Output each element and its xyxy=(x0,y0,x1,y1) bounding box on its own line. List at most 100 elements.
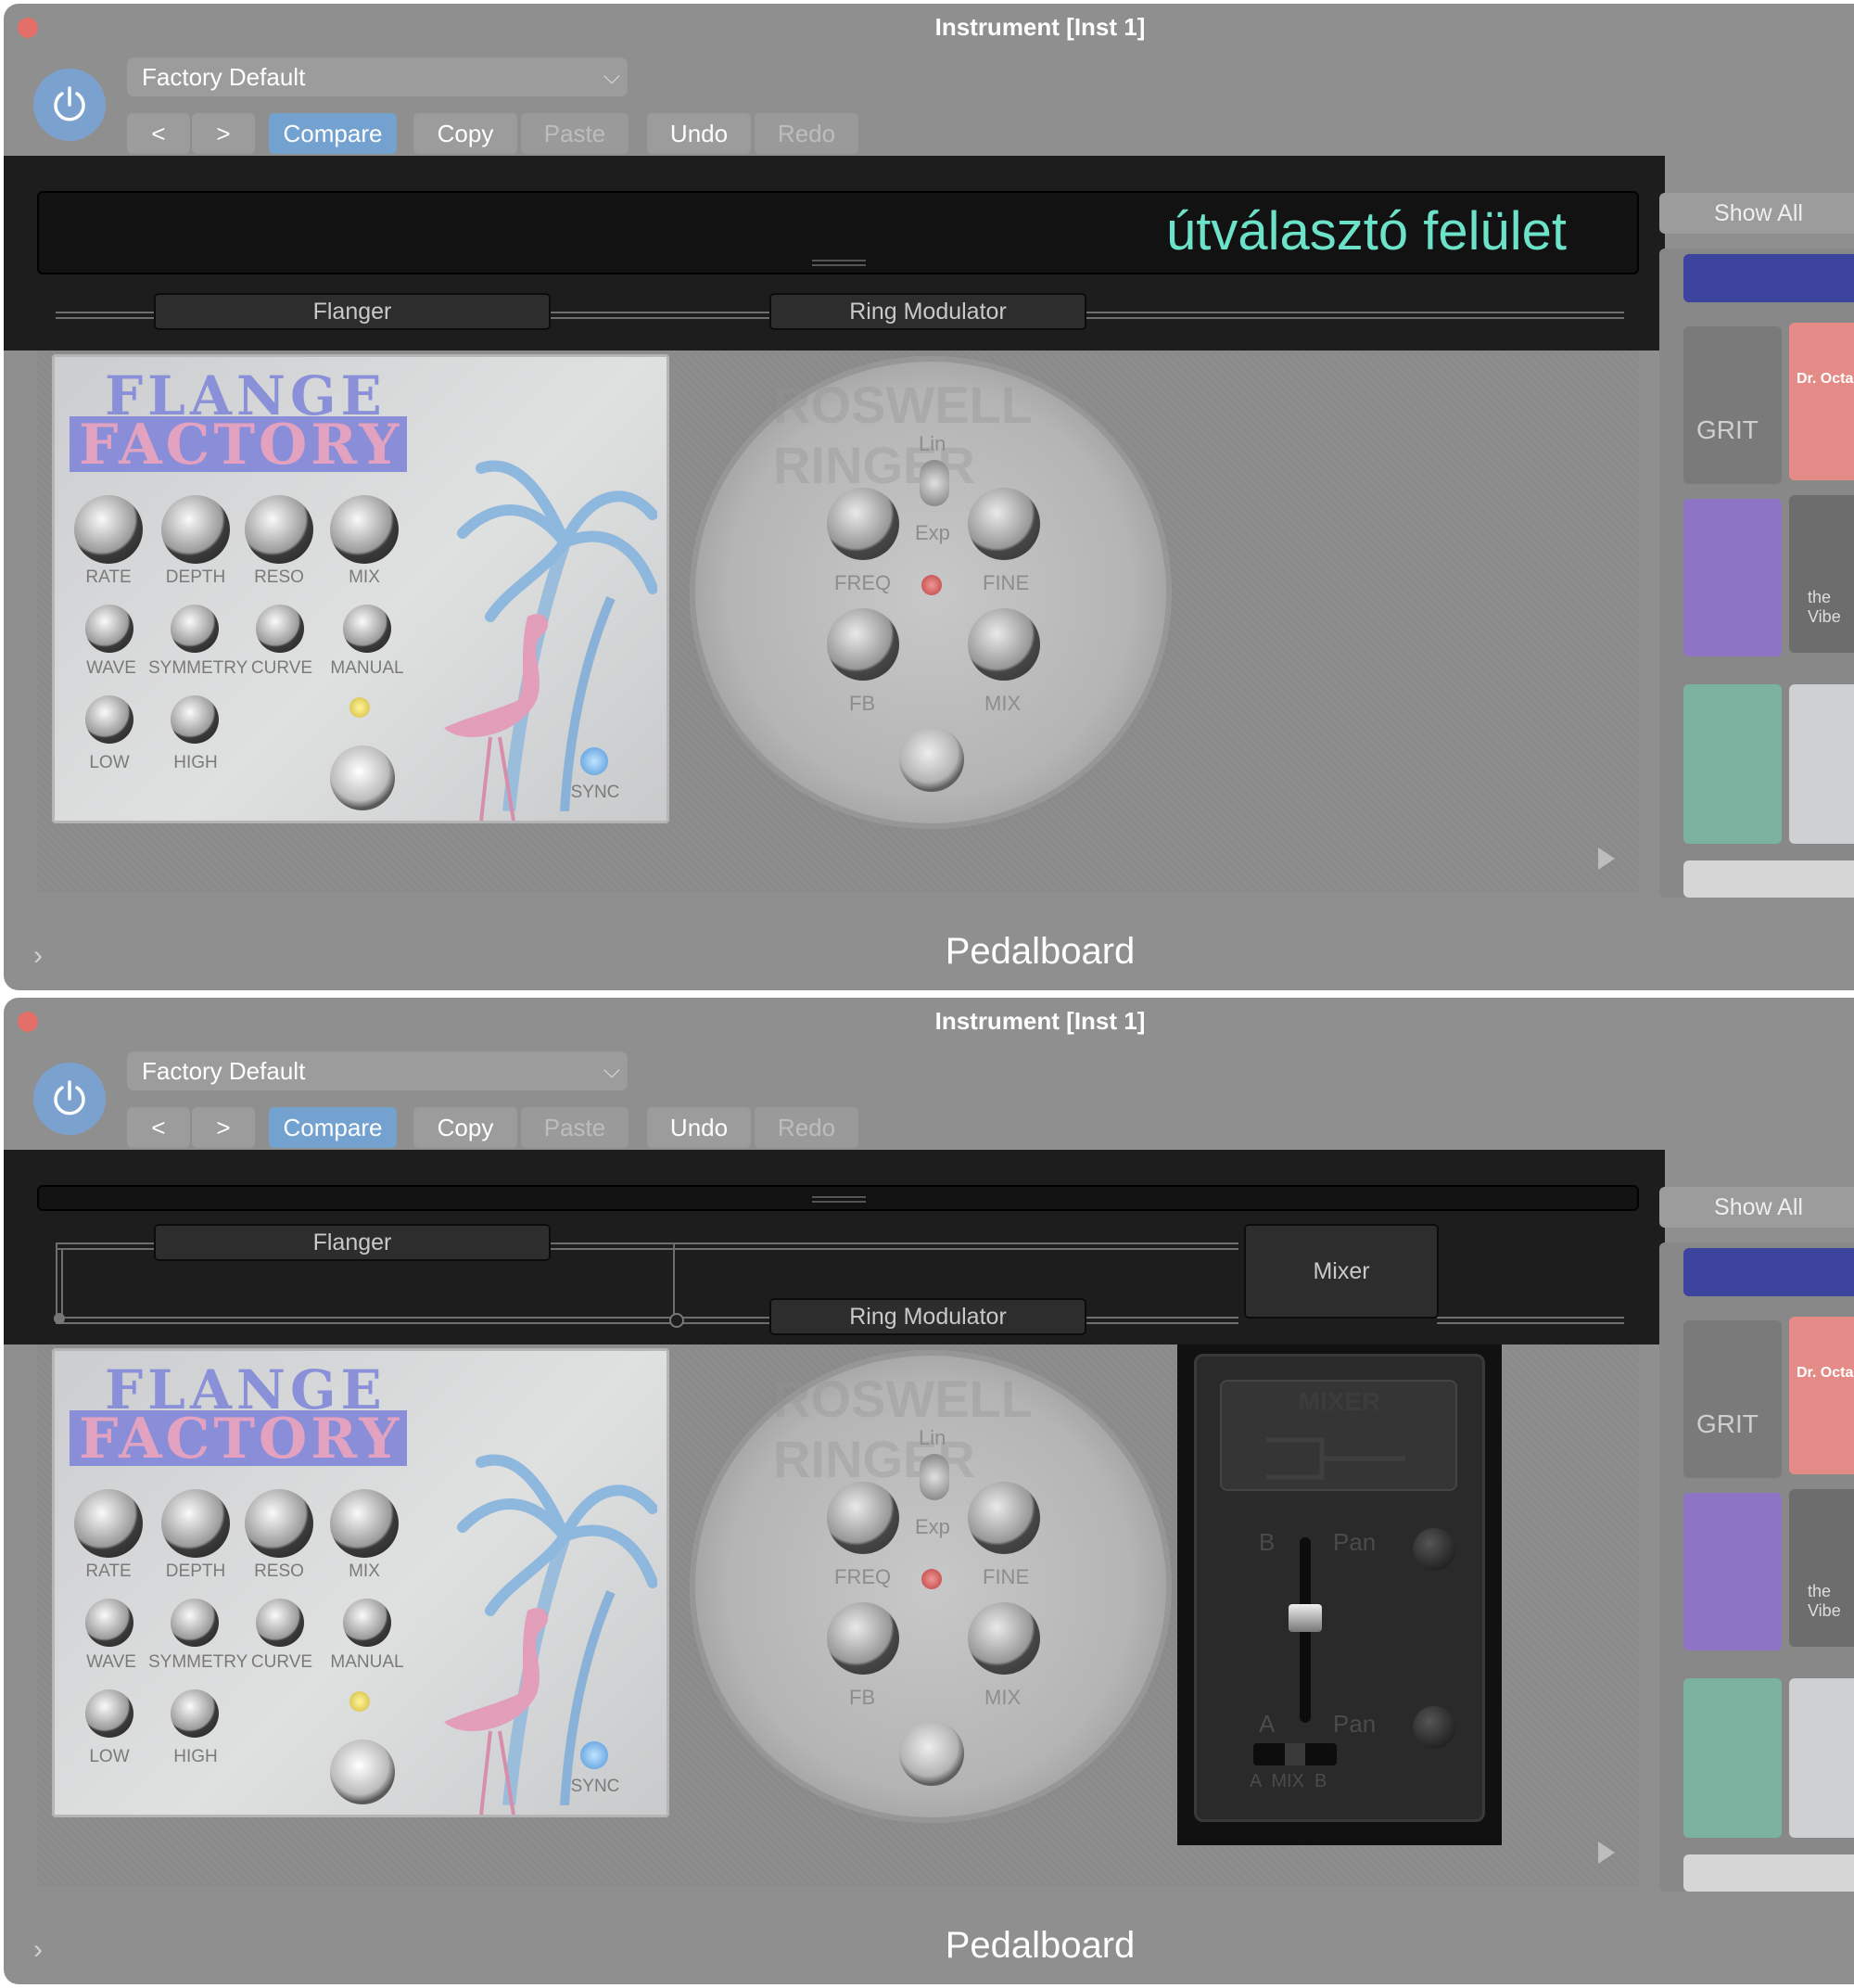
rate-knob[interactable] xyxy=(74,1489,143,1558)
slot-flanger[interactable]: Flanger xyxy=(154,293,551,330)
fine-knob[interactable] xyxy=(968,488,1040,560)
curve-knob[interactable] xyxy=(256,1599,304,1647)
drag-handle[interactable] xyxy=(812,1196,866,1198)
depth-knob[interactable] xyxy=(161,1489,230,1558)
paste-button[interactable]: Paste xyxy=(521,1107,629,1148)
pan-b-knob[interactable] xyxy=(1413,1528,1455,1571)
symmetry-knob[interactable] xyxy=(171,605,219,653)
copy-button[interactable]: Copy xyxy=(413,1107,517,1148)
pedal-thumb[interactable] xyxy=(1683,1493,1782,1650)
pedal-thumb[interactable] xyxy=(1789,1678,1854,1838)
slot-mixer[interactable]: Mixer xyxy=(1244,1224,1439,1319)
pedal-thumb[interactable] xyxy=(1683,1248,1854,1296)
bypass-footswitch[interactable] xyxy=(899,727,964,792)
pedal-thumb[interactable] xyxy=(1683,254,1854,302)
slot-flanger[interactable]: Flanger xyxy=(154,1224,551,1261)
knob-label: CURVE xyxy=(250,1652,313,1672)
next-preset-button[interactable]: > xyxy=(192,113,255,154)
play-icon[interactable] xyxy=(1598,1841,1615,1864)
compare-button[interactable]: Compare xyxy=(269,1107,397,1148)
balance-fader-handle[interactable] xyxy=(1289,1604,1322,1632)
roswell-ringer-pedal[interactable]: ROSWELL RINGER Lin Exp FREQ FINE FB MIX xyxy=(690,1350,1172,1823)
pedal-name-banner: FACTORY xyxy=(70,413,407,478)
reso-knob[interactable] xyxy=(245,1489,313,1558)
low-knob[interactable] xyxy=(85,1689,133,1738)
high-knob[interactable] xyxy=(171,695,219,744)
freq-label: FREQ xyxy=(834,571,892,594)
drag-handle[interactable] xyxy=(812,260,866,261)
mix-knob[interactable] xyxy=(968,608,1040,681)
freq-knob[interactable] xyxy=(827,488,899,560)
lin-exp-toggle[interactable] xyxy=(920,1454,949,1500)
power-button[interactable] xyxy=(33,69,106,141)
pedal-thumb-vibe[interactable]: the Vibe xyxy=(1789,495,1854,653)
fine-knob[interactable] xyxy=(968,1482,1040,1554)
bypass-footswitch[interactable] xyxy=(899,1721,964,1786)
pedal-thumb[interactable] xyxy=(1683,1678,1782,1838)
redo-button[interactable]: Redo xyxy=(755,113,858,154)
pedal-thumb-dr-octa[interactable]: Dr. Octa xyxy=(1789,1317,1854,1474)
pedal-thumb[interactable] xyxy=(1683,1854,1854,1892)
freq-knob[interactable] xyxy=(827,1482,899,1554)
pan-a-knob[interactable] xyxy=(1413,1706,1455,1749)
chevron-left-icon: < xyxy=(151,1114,166,1141)
split-node[interactable] xyxy=(669,1313,684,1328)
status-led xyxy=(349,1691,370,1712)
play-icon[interactable] xyxy=(1598,847,1615,870)
depth-knob[interactable] xyxy=(161,495,230,564)
rate-knob[interactable] xyxy=(74,495,143,564)
fb-knob[interactable] xyxy=(827,608,899,681)
wave-knob[interactable] xyxy=(85,605,133,653)
pedal-thumb[interactable] xyxy=(1683,860,1854,898)
manual-knob[interactable] xyxy=(343,1599,391,1647)
mix-knob[interactable] xyxy=(330,1489,399,1558)
curve-knob[interactable] xyxy=(256,605,304,653)
pedal-thumb[interactable] xyxy=(1789,684,1854,844)
bypass-footswitch[interactable] xyxy=(330,746,395,810)
split-node[interactable] xyxy=(54,1313,65,1324)
slot-ring-modulator[interactable]: Ring Modulator xyxy=(769,1298,1086,1335)
high-knob[interactable] xyxy=(171,1689,219,1738)
roswell-ringer-pedal[interactable]: ROSWELL RINGER Lin Exp FREQ FINE FB MIX xyxy=(690,356,1172,829)
low-knob[interactable] xyxy=(85,695,133,744)
fb-label: FB xyxy=(849,1686,876,1709)
reso-knob[interactable] xyxy=(245,495,313,564)
fine-label: FINE xyxy=(983,1565,1030,1588)
pedal-thumb-grit[interactable]: GRIT xyxy=(1683,1320,1782,1478)
copy-button[interactable]: Copy xyxy=(413,113,517,154)
show-all-button[interactable]: Show All xyxy=(1659,193,1854,234)
mix-knob[interactable] xyxy=(968,1602,1040,1675)
manual-knob[interactable] xyxy=(343,605,391,653)
paste-button[interactable]: Paste xyxy=(521,113,629,154)
lin-exp-toggle[interactable] xyxy=(920,460,949,506)
symmetry-knob[interactable] xyxy=(171,1599,219,1647)
knob-label: DEPTH xyxy=(165,1561,226,1581)
sync-button[interactable] xyxy=(580,1741,608,1769)
show-all-button[interactable]: Show All xyxy=(1659,1187,1854,1228)
mixer-pedal[interactable]: MIXER B A Pan Pan A MIX B xyxy=(1177,1344,1502,1845)
undo-button[interactable]: Undo xyxy=(647,1107,751,1148)
preset-dropdown[interactable]: Factory Default ⌵ xyxy=(127,57,628,96)
preset-dropdown[interactable]: Factory Default ⌵ xyxy=(127,1051,628,1090)
fb-knob[interactable] xyxy=(827,1602,899,1675)
mix-switch-handle[interactable] xyxy=(1285,1743,1305,1765)
pedal-thumb[interactable] xyxy=(1683,499,1782,656)
pedal-thumb-dr-octa[interactable]: Dr. Octa xyxy=(1789,323,1854,480)
compare-button[interactable]: Compare xyxy=(269,113,397,154)
bypass-footswitch[interactable] xyxy=(330,1740,395,1804)
sync-button[interactable] xyxy=(580,747,608,775)
previous-preset-button[interactable]: < xyxy=(127,1107,190,1148)
pedal-thumb-grit[interactable]: GRIT xyxy=(1683,326,1782,484)
pedal-thumb[interactable] xyxy=(1683,684,1782,844)
previous-preset-button[interactable]: < xyxy=(127,113,190,154)
redo-button[interactable]: Redo xyxy=(755,1107,858,1148)
power-button[interactable] xyxy=(33,1063,106,1135)
mix-label: MIX xyxy=(984,692,1022,715)
slot-ring-modulator[interactable]: Ring Modulator xyxy=(769,293,1086,330)
pedal-thumb-vibe[interactable]: the Vibe xyxy=(1789,1489,1854,1647)
undo-button[interactable]: Undo xyxy=(647,113,751,154)
wave-knob[interactable] xyxy=(85,1599,133,1647)
knob-label: RATE xyxy=(85,567,132,587)
next-preset-button[interactable]: > xyxy=(192,1107,255,1148)
mix-knob[interactable] xyxy=(330,495,399,564)
